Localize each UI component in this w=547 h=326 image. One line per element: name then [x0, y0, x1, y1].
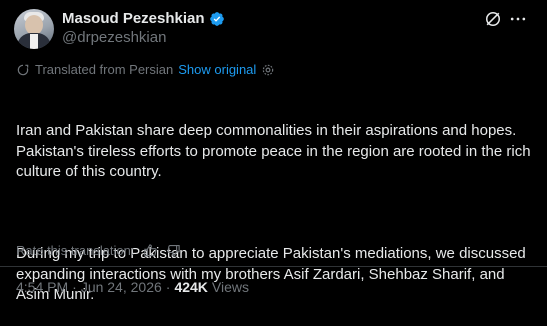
tweet-meta: 4:54 PM · Jun 24, 2026 · 424K Views — [16, 279, 249, 295]
rate-translation-label: Rate this translation: — [16, 243, 135, 258]
author-avatar[interactable] — [14, 9, 54, 49]
divider — [0, 266, 547, 267]
author-handle[interactable]: @drpezeshkian — [62, 29, 166, 46]
verified-badge-icon[interactable] — [209, 11, 225, 27]
tweet-paragraph-1: Iran and Pakistan share deep commonaliti… — [16, 122, 535, 180]
translation-label: Translated from Persian — [35, 62, 174, 77]
meta-separator: · — [72, 279, 77, 295]
author-name-row: Masoud Pezeshkian — [62, 10, 225, 27]
views-label: Views — [211, 279, 250, 295]
show-original-link[interactable]: Show original — [178, 62, 256, 77]
thumbs-up-icon[interactable] — [143, 243, 158, 258]
translation-notice: Translated from Persian Show original — [16, 62, 275, 77]
meta-separator: · — [165, 279, 171, 295]
tweet-date[interactable]: Jun 24, 2026 — [81, 279, 162, 295]
grok-icon[interactable] — [483, 9, 503, 29]
settings-gear-icon[interactable] — [261, 63, 275, 77]
views-count[interactable]: 424K — [174, 279, 207, 295]
rate-translation: Rate this translation: — [16, 243, 181, 258]
thumbs-down-icon[interactable] — [166, 243, 181, 258]
translate-icon — [17, 64, 29, 75]
more-icon[interactable] — [508, 9, 528, 29]
author-display-name[interactable]: Masoud Pezeshkian — [62, 10, 205, 27]
tweet-time[interactable]: 4:54 PM — [16, 279, 68, 295]
